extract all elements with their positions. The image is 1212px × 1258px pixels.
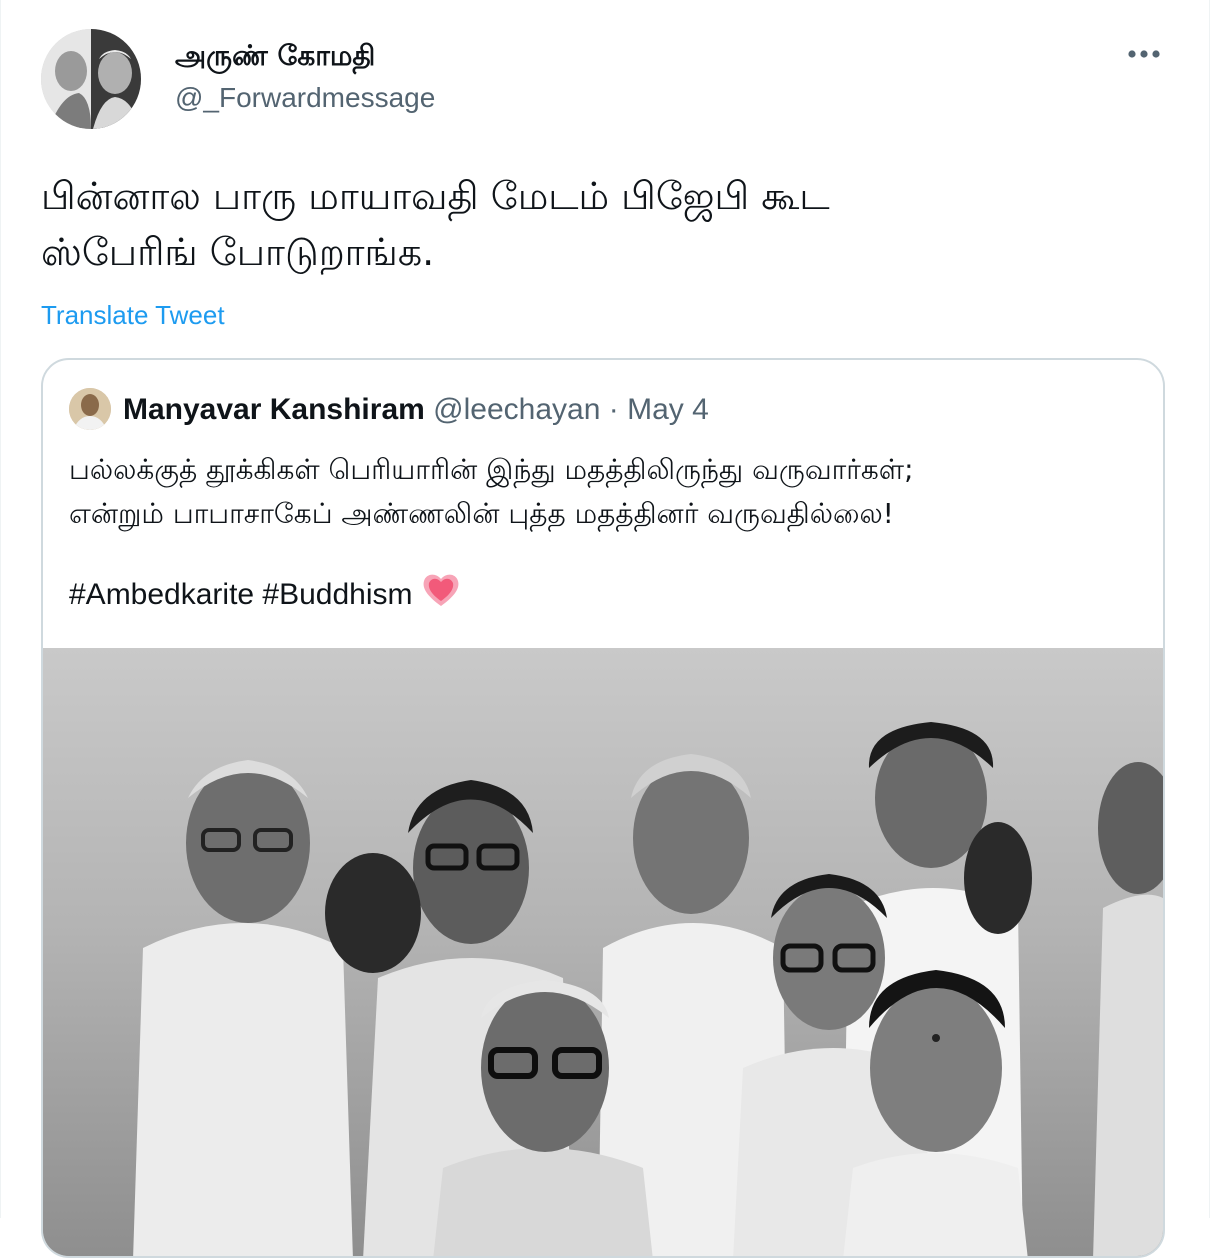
growing-heart-icon bbox=[421, 572, 461, 620]
hashtags[interactable]: #Ambedkarite #Buddhism bbox=[69, 578, 413, 611]
quoted-display-name[interactable]: Manyavar Kanshiram bbox=[123, 393, 425, 426]
quoted-author-avatar[interactable] bbox=[69, 388, 111, 430]
quoted-tweet[interactable]: Manyavar Kanshiram @leechayan · May 4 பல… bbox=[41, 358, 1165, 1258]
author-avatar-image bbox=[41, 29, 141, 129]
quoted-handle[interactable]: @leechayan bbox=[433, 393, 600, 426]
tweet-text: பின்னால பாரு மாயாவதி மேடம் பிஜேபி கூட ஸ்… bbox=[41, 174, 830, 274]
group-photo-image bbox=[43, 648, 1163, 1256]
quoted-tweet-header: Manyavar Kanshiram @leechayan · May 4 bbox=[123, 390, 709, 430]
author-handle[interactable]: @_Forwardmessage bbox=[175, 80, 435, 116]
quoted-text-line: என்றும் பாபாசாகேப் அண்ணலின் புத்த மதத்தி… bbox=[69, 497, 894, 530]
more-options-button[interactable] bbox=[1119, 34, 1169, 74]
translate-tweet-link[interactable]: Translate Tweet bbox=[41, 298, 225, 332]
quoted-text-line: பல்லக்குத் தூக்கிகள் பெரியாரின் இந்து மத… bbox=[69, 453, 914, 486]
quoted-avatar-image bbox=[69, 388, 111, 430]
quoted-date[interactable]: May 4 bbox=[627, 393, 709, 426]
quoted-tweet-text: பல்லக்குத் தூக்கிகள் பெரியாரின் இந்து மத… bbox=[69, 448, 1139, 536]
more-horizontal-icon bbox=[1128, 50, 1160, 58]
tweet-card: அருண் கோமதி @_Forwardmessage பின்னால பார… bbox=[0, 0, 1210, 1258]
author-avatar[interactable] bbox=[41, 29, 141, 129]
quoted-tweet-photo[interactable] bbox=[43, 648, 1163, 1256]
header-separator: · bbox=[608, 393, 619, 426]
quoted-hashtags-line: #Ambedkarite #Buddhism bbox=[69, 572, 461, 620]
author-display-name[interactable]: அருண் கோமதி bbox=[175, 38, 375, 74]
